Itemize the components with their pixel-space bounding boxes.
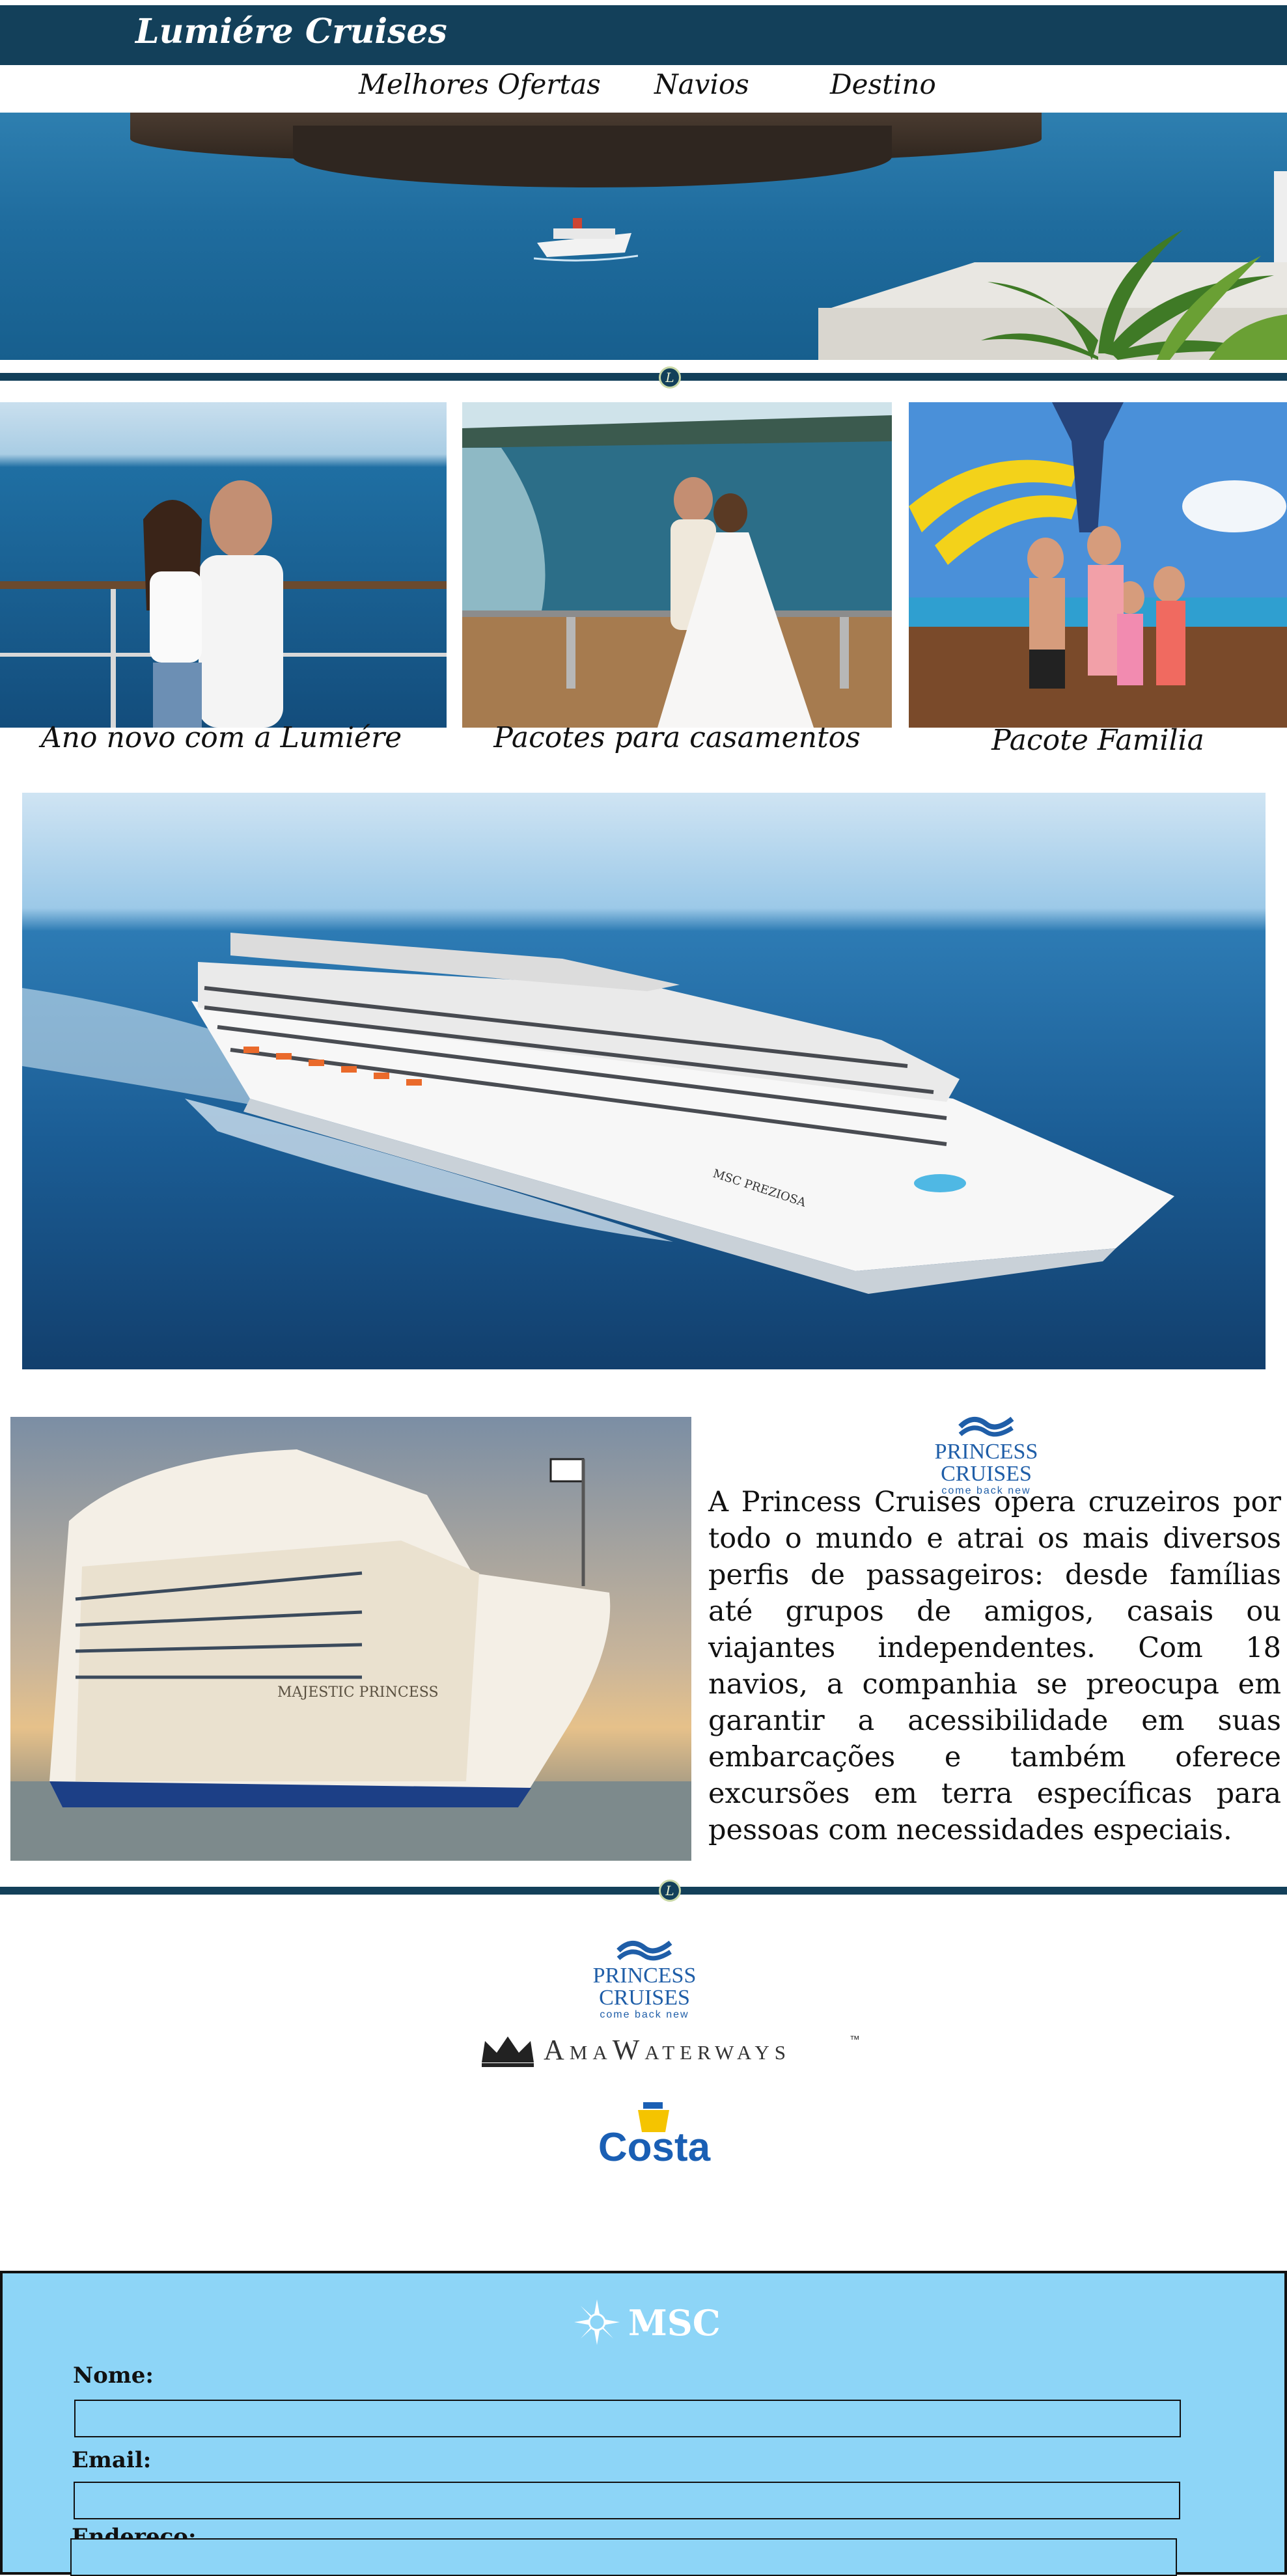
princess-ship-hull-name: MAJESTIC PRINCESS	[277, 1684, 439, 1701]
partner-princess-tagline: come back new	[600, 2009, 689, 2020]
hero-island-shadow	[293, 126, 892, 187]
partner-ama-text: AmaWaterways	[544, 2034, 792, 2066]
divider-badge: L	[659, 366, 681, 389]
offer-family-caption[interactable]: Pacote Familia	[909, 724, 1287, 757]
princess-ship-image: MAJESTIC PRINCESS	[10, 1417, 691, 1861]
partner-costa-logo[interactable]: Costa	[592, 2100, 716, 2184]
name-label: Nome:	[73, 2363, 154, 2389]
offer-new-year-image[interactable]	[0, 402, 447, 728]
crown-icon	[482, 2036, 534, 2067]
offer-new-year-caption[interactable]: Ano novo com a Lumiére	[26, 721, 417, 754]
partner-ama-logo[interactable]: AmaWaterways ™	[478, 2031, 869, 2070]
section-divider	[0, 1887, 1287, 1895]
hero-banner	[0, 113, 1287, 360]
princess-wave-icon	[958, 1416, 1014, 1437]
partner-princess-logo[interactable]: PRINCESS CRUISES come back new	[557, 1936, 732, 2021]
hero-ship-image	[534, 218, 638, 262]
featured-ship-image: MSC PREZIOSA	[22, 793, 1266, 1369]
email-label: Email:	[72, 2447, 152, 2473]
offer-wedding-image[interactable]	[462, 402, 892, 728]
compass-rose-icon	[574, 2299, 620, 2345]
brand-logo[interactable]: Lumiére Cruises	[135, 12, 447, 51]
partner-ama-tm: ™	[850, 2035, 860, 2046]
address-input[interactable]	[70, 2538, 1177, 2576]
offer-family-image[interactable]	[909, 402, 1287, 728]
nav-melhores-ofertas[interactable]: Melhores Ofertas	[359, 68, 601, 100]
partner-princess-name: PRINCESS CRUISES	[592, 1964, 697, 2010]
section-divider	[0, 373, 1287, 381]
msc-logo-text: MSC	[628, 2302, 721, 2344]
princess-logo-name: PRINCESS CRUISES	[934, 1440, 1038, 1486]
nav-destino[interactable]: Destino	[830, 68, 936, 100]
hero-palms-terrace	[818, 171, 1287, 360]
email-input[interactable]	[74, 2482, 1180, 2519]
msc-logo[interactable]: MSC	[566, 2295, 723, 2345]
princess-description: A Princess Cruises opera cruzeiros por t…	[708, 1486, 1281, 1846]
partner-costa-text: Costa	[598, 2125, 711, 2170]
offer-wedding-caption[interactable]: Pacotes para casamentos	[462, 721, 892, 754]
nav-navios[interactable]: Navios	[654, 68, 749, 100]
divider-badge: L	[659, 1880, 681, 1902]
princess-wave-icon	[616, 1940, 672, 1961]
name-input[interactable]	[74, 2400, 1181, 2437]
